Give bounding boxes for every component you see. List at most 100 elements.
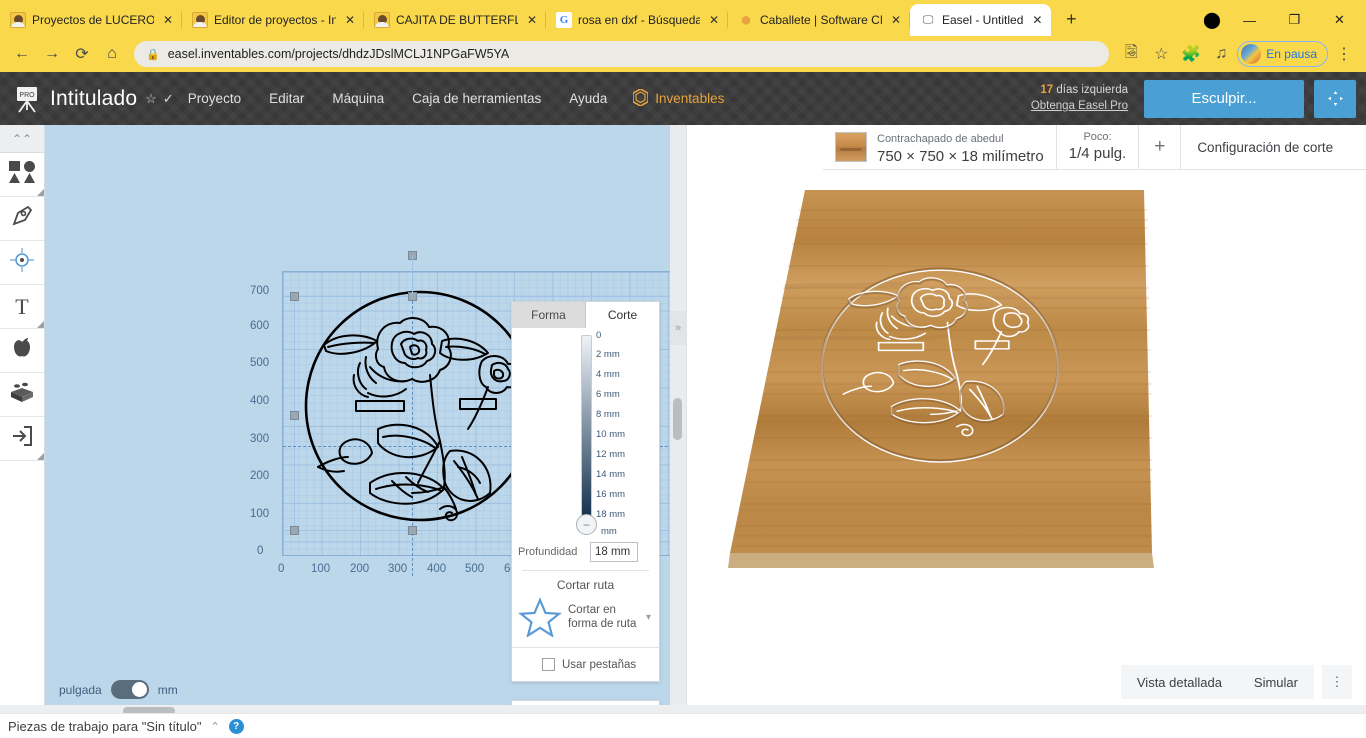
extensions-puzzle-icon[interactable]: 🧩 (1177, 40, 1205, 68)
selection-handle[interactable] (290, 411, 299, 420)
status-text: Piezas de trabajo para "Sin título" (8, 718, 202, 734)
browser-tab[interactable]: ⬢ Caballete | Software CN ✕ (728, 4, 910, 36)
preview-more-menu-icon[interactable]: ⋮ (1322, 665, 1352, 699)
tab-close-icon[interactable]: ✕ (706, 13, 722, 27)
sidebar-item-shapes-tool[interactable] (0, 153, 44, 197)
sidebar-item-import-tool[interactable] (0, 417, 44, 461)
browser-tab[interactable]: G rosa en dxf - Búsqueda ✕ (546, 4, 728, 36)
sidebar-item-center-point-tool[interactable] (0, 241, 44, 285)
sidebar-item-text-tool[interactable]: T (0, 285, 44, 329)
status-chevron-up-icon[interactable]: ⌃ (211, 720, 220, 733)
selection-handle[interactable] (408, 526, 417, 535)
fullscreen-expand-icon[interactable] (1314, 79, 1356, 118)
selection-handle[interactable] (290, 292, 299, 301)
use-tabs-row[interactable]: Usar pestañas (512, 647, 659, 681)
panel-splitter[interactable] (670, 125, 686, 713)
help-question-icon[interactable]: ? (228, 718, 244, 734)
back-icon[interactable]: ← (8, 40, 36, 68)
address-bar-url: easel.inventables.com/projects/dhdzJDslM… (167, 47, 510, 61)
browser-menu-icon[interactable]: ⋮ (1330, 40, 1358, 68)
address-bar[interactable]: 🔒 easel.inventables.com/projects/dhdzJDs… (134, 41, 1110, 67)
sidebar-item-blocks-tool[interactable] (0, 373, 44, 417)
depth-slider[interactable]: − 0 2 mm 4 mm 6 mm 8 mm 10 mm 12 mm 14 m… (512, 328, 659, 540)
window-close-button[interactable]: ✕ (1317, 4, 1362, 36)
menu-caja-de-herramientas[interactable]: Caja de herramientas (398, 72, 555, 125)
tab-close-icon[interactable]: ✕ (888, 13, 904, 27)
y-axis-tick: 500 (250, 357, 270, 369)
menu-ayuda[interactable]: Ayuda (555, 72, 621, 125)
depth-slider-track[interactable] (581, 335, 592, 517)
panel-collapse-right-icon[interactable]: » (670, 311, 686, 345)
get-easel-pro-link[interactable]: Obtenga Easel Pro (1031, 99, 1128, 115)
sidebar-item-pen-tool[interactable] (0, 197, 44, 241)
tab-favicon-user-photo-icon (374, 12, 390, 28)
import-icon (10, 424, 34, 453)
properties-tabs: Forma Corte (512, 302, 659, 328)
tab-close-icon[interactable]: ✕ (342, 13, 358, 27)
menu-maquina[interactable]: Máquina (318, 72, 398, 125)
tab-title: Easel - Untitled (942, 13, 1024, 27)
splitter-handle[interactable] (673, 398, 682, 440)
detailed-view-button[interactable]: Vista detallada (1120, 665, 1238, 699)
rotation-stem (412, 255, 413, 295)
tab-close-icon[interactable]: ✕ (524, 13, 540, 27)
browser-tab-active[interactable]: 🖵 Easel - Untitled ✕ (910, 4, 1052, 36)
window-minimize-button[interactable]: — (1227, 4, 1272, 36)
profile-chip[interactable]: En pausa (1237, 41, 1328, 67)
cut-path-selector[interactable]: Cortar en forma de ruta ▾ (512, 597, 659, 647)
preview-3d-viewport[interactable] (687, 170, 1366, 713)
depth-slider-knob[interactable]: − (576, 514, 597, 535)
x-axis-tick: 200 (350, 563, 370, 575)
tab-close-icon[interactable]: ✕ (160, 13, 176, 27)
carve-button[interactable]: Esculpir... (1144, 79, 1304, 118)
tab-forma[interactable]: Forma (512, 302, 586, 328)
browser-tab[interactable]: Editor de proyectos - In ✕ (182, 4, 364, 36)
y-axis-tick: 200 (250, 470, 270, 482)
menu-editar[interactable]: Editar (255, 72, 318, 125)
browser-tab-strip: Proyectos de LUCERO ✕ Editor de proyecto… (0, 0, 1366, 36)
favorite-star-icon[interactable]: ☆ (145, 91, 157, 107)
forward-icon[interactable]: → (38, 40, 66, 68)
window-controls: ⬤ — ❐ ✕ (1197, 4, 1366, 36)
tab-corte[interactable]: Corte (586, 302, 659, 328)
browser-tab[interactable]: Proyectos de LUCERO ✕ (0, 4, 182, 36)
home-icon[interactable]: ⌂ (98, 40, 126, 68)
media-list-icon[interactable]: ♫ (1207, 40, 1235, 68)
window-maximize-button[interactable]: ❐ (1272, 4, 1317, 36)
units-switch[interactable] (110, 680, 149, 699)
cut-settings-button[interactable]: Configuración de corte (1181, 125, 1349, 169)
bookmark-star-icon[interactable]: ☆ (1147, 40, 1175, 68)
tab-close-icon[interactable]: ✕ (1029, 13, 1045, 27)
tab-title: Proyectos de LUCERO (32, 13, 154, 27)
selection-handle[interactable] (290, 526, 299, 535)
material-cell[interactable]: Contrachapado de abedul 750 × 750 × 18 m… (823, 125, 1057, 169)
material-name: Contrachapado de abedul (877, 132, 1004, 145)
use-tabs-checkbox[interactable] (542, 658, 555, 671)
bit-cell[interactable]: Poco: 1/4 pulg. (1057, 125, 1140, 169)
units-toggle[interactable]: pulgada mm (59, 680, 178, 699)
new-tab-button[interactable]: + (1057, 5, 1085, 33)
depth-field-row: Profundidad 18 mm (512, 540, 659, 570)
tab-favicon-google-icon: G (556, 12, 572, 28)
pin-marker-icon[interactable]: ⬤ (1197, 4, 1227, 36)
easel-pro-logo-icon: PRO (10, 84, 44, 114)
tab-favicon-user-photo-icon (10, 12, 26, 28)
translate-icon[interactable]: 🗟 (1117, 40, 1145, 68)
inventables-link[interactable]: Inventables (621, 87, 736, 109)
depth-tick: 12 mm (596, 449, 626, 460)
material-swatch (835, 132, 867, 162)
menu-proyecto[interactable]: Proyecto (174, 72, 255, 125)
reload-icon[interactable]: ⟳ (68, 40, 96, 68)
use-tabs-label: Usar pestañas (562, 658, 637, 671)
inventables-label: Inventables (655, 91, 725, 106)
rail-collapse-chevron-up-icon[interactable]: ⌃⌃ (0, 125, 44, 153)
simulate-button[interactable]: Simular (1237, 665, 1314, 699)
sidebar-item-apps-tool[interactable] (0, 329, 44, 373)
depth-input[interactable]: 18 mm (590, 542, 638, 562)
material-dimensions: 750 × 750 × 18 milímetro (877, 147, 1044, 165)
bit-label: Poco: (1083, 130, 1112, 143)
add-bit-button[interactable]: + (1139, 125, 1182, 169)
tab-title: CAJITA DE BUTTERFLY (396, 13, 518, 27)
chevron-down-icon[interactable]: ▾ (646, 612, 653, 623)
browser-tab[interactable]: CAJITA DE BUTTERFLY ✕ (364, 4, 546, 36)
